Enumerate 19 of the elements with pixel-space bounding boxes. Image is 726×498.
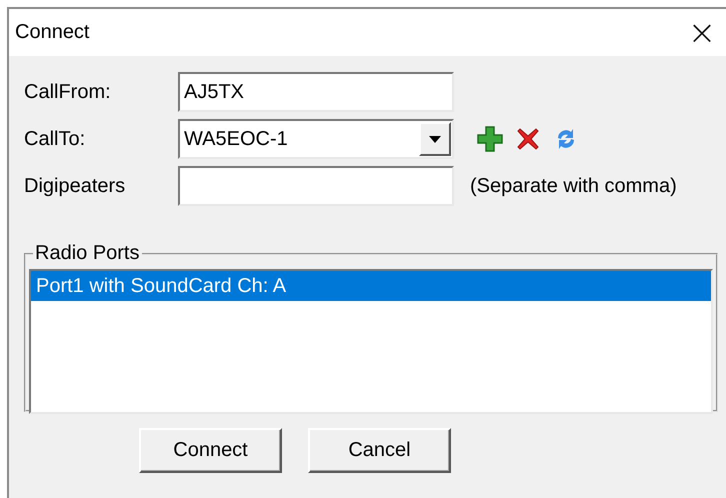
cancel-button[interactable]: Cancel <box>308 428 451 473</box>
field-label: CallFrom: <box>24 80 112 104</box>
group-title: Radio Ports <box>34 242 140 265</box>
caret-icon <box>429 136 441 142</box>
add-button[interactable] <box>476 124 504 154</box>
connect-button[interactable]: Connect <box>139 428 282 473</box>
close-button[interactable]: × <box>678 10 726 56</box>
callto-combo[interactable]: WA5EOC-1 <box>178 119 454 159</box>
field-label: CallTo: <box>24 128 86 150</box>
input-field[interactable]: AJ5TX <box>178 72 454 112</box>
dropdown-button[interactable] <box>419 122 451 156</box>
cross-icon <box>516 127 540 151</box>
combo-text[interactable]: WA5EOC-1 <box>180 128 419 150</box>
input-field[interactable] <box>178 166 454 206</box>
hint-text: (Separate with comma) <box>470 174 677 198</box>
field-label: Digipeaters <box>24 174 126 198</box>
list-item[interactable]: Port1 with SoundCard Ch: A <box>31 271 711 301</box>
plus-icon <box>477 126 503 152</box>
window-title: Connect <box>15 21 90 44</box>
